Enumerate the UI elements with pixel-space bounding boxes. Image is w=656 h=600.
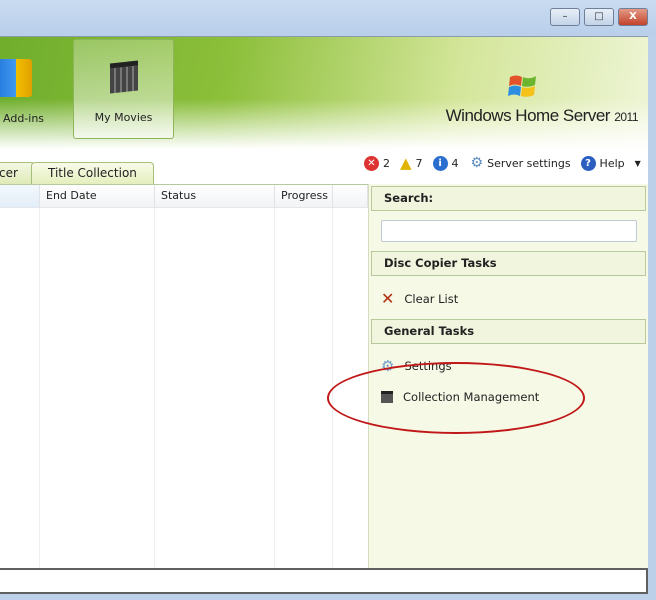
warning-count[interactable]: 7 bbox=[416, 157, 423, 170]
addins-cube-icon bbox=[0, 59, 32, 97]
info-icon[interactable]: i bbox=[432, 155, 448, 171]
column-divider bbox=[274, 208, 275, 568]
server-settings-link[interactable]: Server settings bbox=[487, 157, 570, 170]
column-header-progress[interactable]: Progress bbox=[275, 185, 333, 208]
gear-icon: ⚙ bbox=[470, 155, 484, 171]
clear-list-task[interactable]: ✕ Clear List bbox=[381, 289, 458, 308]
error-icon[interactable]: ✕ bbox=[364, 155, 379, 171]
disc-copier-tasks-header: Disc Copier Tasks bbox=[371, 251, 646, 276]
dashboard-window: Add-ins My Movies Windows Home Server 20… bbox=[0, 36, 648, 594]
clapperboard-icon bbox=[110, 60, 138, 94]
tasks-panel: Search: Disc Copier Tasks ✕ Clear List G… bbox=[368, 184, 648, 568]
search-input[interactable] bbox=[381, 220, 637, 242]
column-divider bbox=[39, 208, 40, 568]
clapperboard-icon bbox=[381, 391, 393, 403]
tab-title-collection[interactable]: Title Collection bbox=[31, 162, 154, 184]
settings-label[interactable]: Settings bbox=[404, 359, 451, 373]
column-divider bbox=[332, 208, 333, 568]
windows-flag-icon bbox=[508, 75, 536, 97]
search-header: Search: bbox=[371, 186, 646, 211]
logo-version: 2011 bbox=[614, 110, 638, 124]
gear-icon: ⚙ bbox=[381, 357, 395, 375]
general-tasks-header: General Tasks bbox=[371, 319, 646, 344]
column-header-blank[interactable] bbox=[333, 185, 368, 208]
column-header[interactable] bbox=[0, 185, 40, 208]
title-bar: – □ X bbox=[0, 0, 656, 36]
clear-list-label[interactable]: Clear List bbox=[404, 292, 458, 306]
chevron-down-icon[interactable]: ▼ bbox=[635, 159, 641, 168]
status-bar-icons: ✕ 2 ▲ 7 i4 ⚙ Server settings ? Help ▼ bbox=[364, 154, 641, 172]
help-link[interactable]: Help bbox=[600, 157, 625, 170]
minimize-button[interactable]: – bbox=[550, 8, 580, 26]
disc-copier-table: End Date Status Progress bbox=[0, 184, 368, 568]
maximize-button[interactable]: □ bbox=[584, 8, 614, 26]
tab-disc-copier[interactable]: cer bbox=[0, 162, 35, 184]
nav-addins[interactable]: Add-ins bbox=[0, 39, 71, 139]
error-count[interactable]: 2 bbox=[383, 157, 390, 170]
info-count[interactable]: 4 bbox=[452, 157, 459, 170]
help-icon: ? bbox=[580, 155, 596, 171]
close-button[interactable]: X bbox=[618, 8, 648, 26]
nav-label: My Movies bbox=[94, 111, 153, 124]
logo-brand: Windows Home Server bbox=[445, 106, 611, 125]
status-bar bbox=[0, 568, 648, 594]
nav-label: Add-ins bbox=[3, 112, 45, 125]
settings-task[interactable]: ⚙ Settings bbox=[381, 357, 452, 375]
windows-home-server-logo: Windows Home Server 2011 bbox=[446, 73, 638, 126]
nav-my-movies[interactable]: My Movies bbox=[73, 39, 174, 139]
column-divider bbox=[154, 208, 155, 568]
column-header-end-date[interactable]: End Date bbox=[40, 185, 155, 208]
column-header-status[interactable]: Status bbox=[155, 185, 275, 208]
warning-icon[interactable]: ▲ bbox=[400, 154, 412, 172]
collection-management-label[interactable]: Collection Management bbox=[403, 390, 539, 404]
collection-management-task[interactable]: Collection Management bbox=[381, 390, 539, 404]
clear-x-icon: ✕ bbox=[381, 289, 395, 308]
